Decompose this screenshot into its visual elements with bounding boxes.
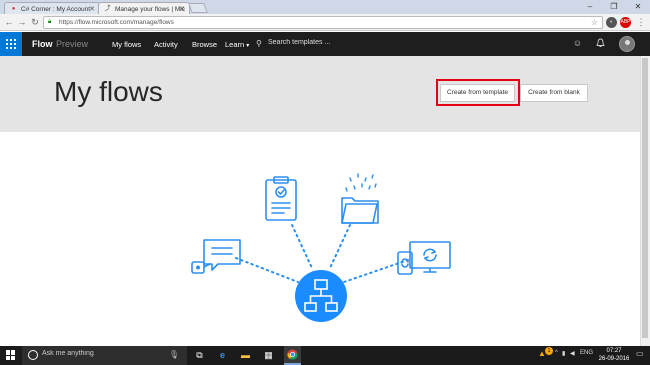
search-templates-input[interactable] [268,39,348,46]
tab-title: Manage your flows | Mic [115,6,185,13]
address-bar[interactable]: 🔒︎ https://flow.microsoft.com/manage/flo… [43,16,603,29]
address-url: https://flow.microsoft.com/manage/flows [59,19,174,26]
tab-title: C# Corner : My Account [21,6,90,13]
close-icon[interactable]: ✕ [179,5,185,13]
csharp-icon: ● [11,6,16,12]
network-icon[interactable]: ▮ [562,350,565,357]
empty-state-illustration [191,173,451,322]
brand-preview-label: Preview [56,39,89,49]
action-center-icon[interactable]: ▭ [636,349,644,358]
close-window-icon[interactable]: ✕ [626,0,650,14]
nav-my-flows[interactable]: My flows [112,40,141,49]
adblock-icon[interactable]: ABP [620,17,631,28]
menu-icon[interactable]: ⋮ [636,16,646,29]
maximize-icon[interactable]: ❐ [602,0,626,14]
chat-bubble-icon [191,239,241,274]
notifications-bell-icon[interactable] [595,38,606,49]
back-icon[interactable]: ← [4,16,14,29]
create-from-template-button[interactable]: Create from template [440,84,515,102]
search-icon: ⚲ [256,39,262,48]
show-hidden-icons[interactable]: ^ [555,350,558,356]
bookmark-star-icon[interactable]: ☆ [591,18,598,27]
windows-start-icon[interactable] [6,350,16,360]
page-title: My flows [54,76,163,107]
folder-icon [341,173,379,224]
notification-count-badge: 1 [545,347,553,355]
nav-browse[interactable]: Browse [192,40,217,49]
brand-name[interactable]: Flow [32,39,53,49]
app-launcher-button[interactable] [0,32,22,56]
clipboard-icon [265,176,297,221]
browser-tab-csharp-corner[interactable]: ● C# Corner : My Account ✕ [4,2,100,14]
cortana-search-input[interactable] [42,350,162,357]
page-hero: My flows Create from template Create fro… [0,56,640,132]
waffle-icon [6,39,16,49]
volume-icon[interactable]: ◀︎ [570,350,575,357]
chevron-down-icon: ▾ [246,43,250,49]
nav-activity[interactable]: Activity [154,40,178,49]
lock-icon: 🔒︎ [48,19,52,25]
devices-sync-icon [397,241,451,275]
language-indicator[interactable]: ENG [580,350,593,356]
edge-browser-icon[interactable]: e [216,349,229,362]
microphone-icon[interactable]: 🎙︎ [169,350,179,359]
cortana-ring-icon [28,350,38,360]
new-tab-button[interactable] [188,3,208,13]
flow-hub-icon [295,270,347,322]
chrome-icon[interactable] [286,349,299,362]
nav-learn-label: Learn [225,40,245,49]
browser-toolbar: ← → ↻ 🔒︎ https://flow.microsoft.com/mana… [0,14,650,31]
browser-tab-flow[interactable]: ⤴ Manage your flows | Mic ✕ [98,2,190,14]
create-from-blank-button[interactable]: Create from blank [520,84,588,102]
nav-learn[interactable]: Learn ▾ [225,40,249,49]
cortana-search[interactable]: 🎙︎ [22,346,187,365]
reload-icon[interactable]: ↻ [30,16,40,29]
browser-tab-bar: ● C# Corner : My Account ✕ ⤴ Manage your… [0,0,650,14]
flow-icon: ⤴ [104,6,111,12]
feedback-smiley-icon[interactable]: ☺ [572,38,583,49]
taskbar-clock[interactable]: 07:27 26-09-2016 [598,348,630,363]
store-icon[interactable]: ▦ [262,349,275,362]
close-icon[interactable]: ✕ [89,5,95,13]
clock-time: 07:27 [606,348,622,354]
scrollbar-thumb[interactable] [642,58,648,338]
file-explorer-icon[interactable]: ▬ [239,349,252,362]
app-header: Flow Preview My flows Activity Browse Le… [0,32,650,56]
user-avatar[interactable] [619,36,635,52]
minimize-icon[interactable]: – [578,0,602,14]
windows-taskbar: 🎙︎ ⧉ e ▬ ▦ ▲ 1 ^ ▮ ◀︎ ENG 07:27 26-09-20… [0,346,650,365]
extension-icon[interactable]: ◐ [606,17,617,28]
forward-icon[interactable]: → [17,16,27,29]
clock-date: 26-09-2016 [598,355,630,362]
task-view-icon[interactable]: ⧉ [193,349,206,362]
